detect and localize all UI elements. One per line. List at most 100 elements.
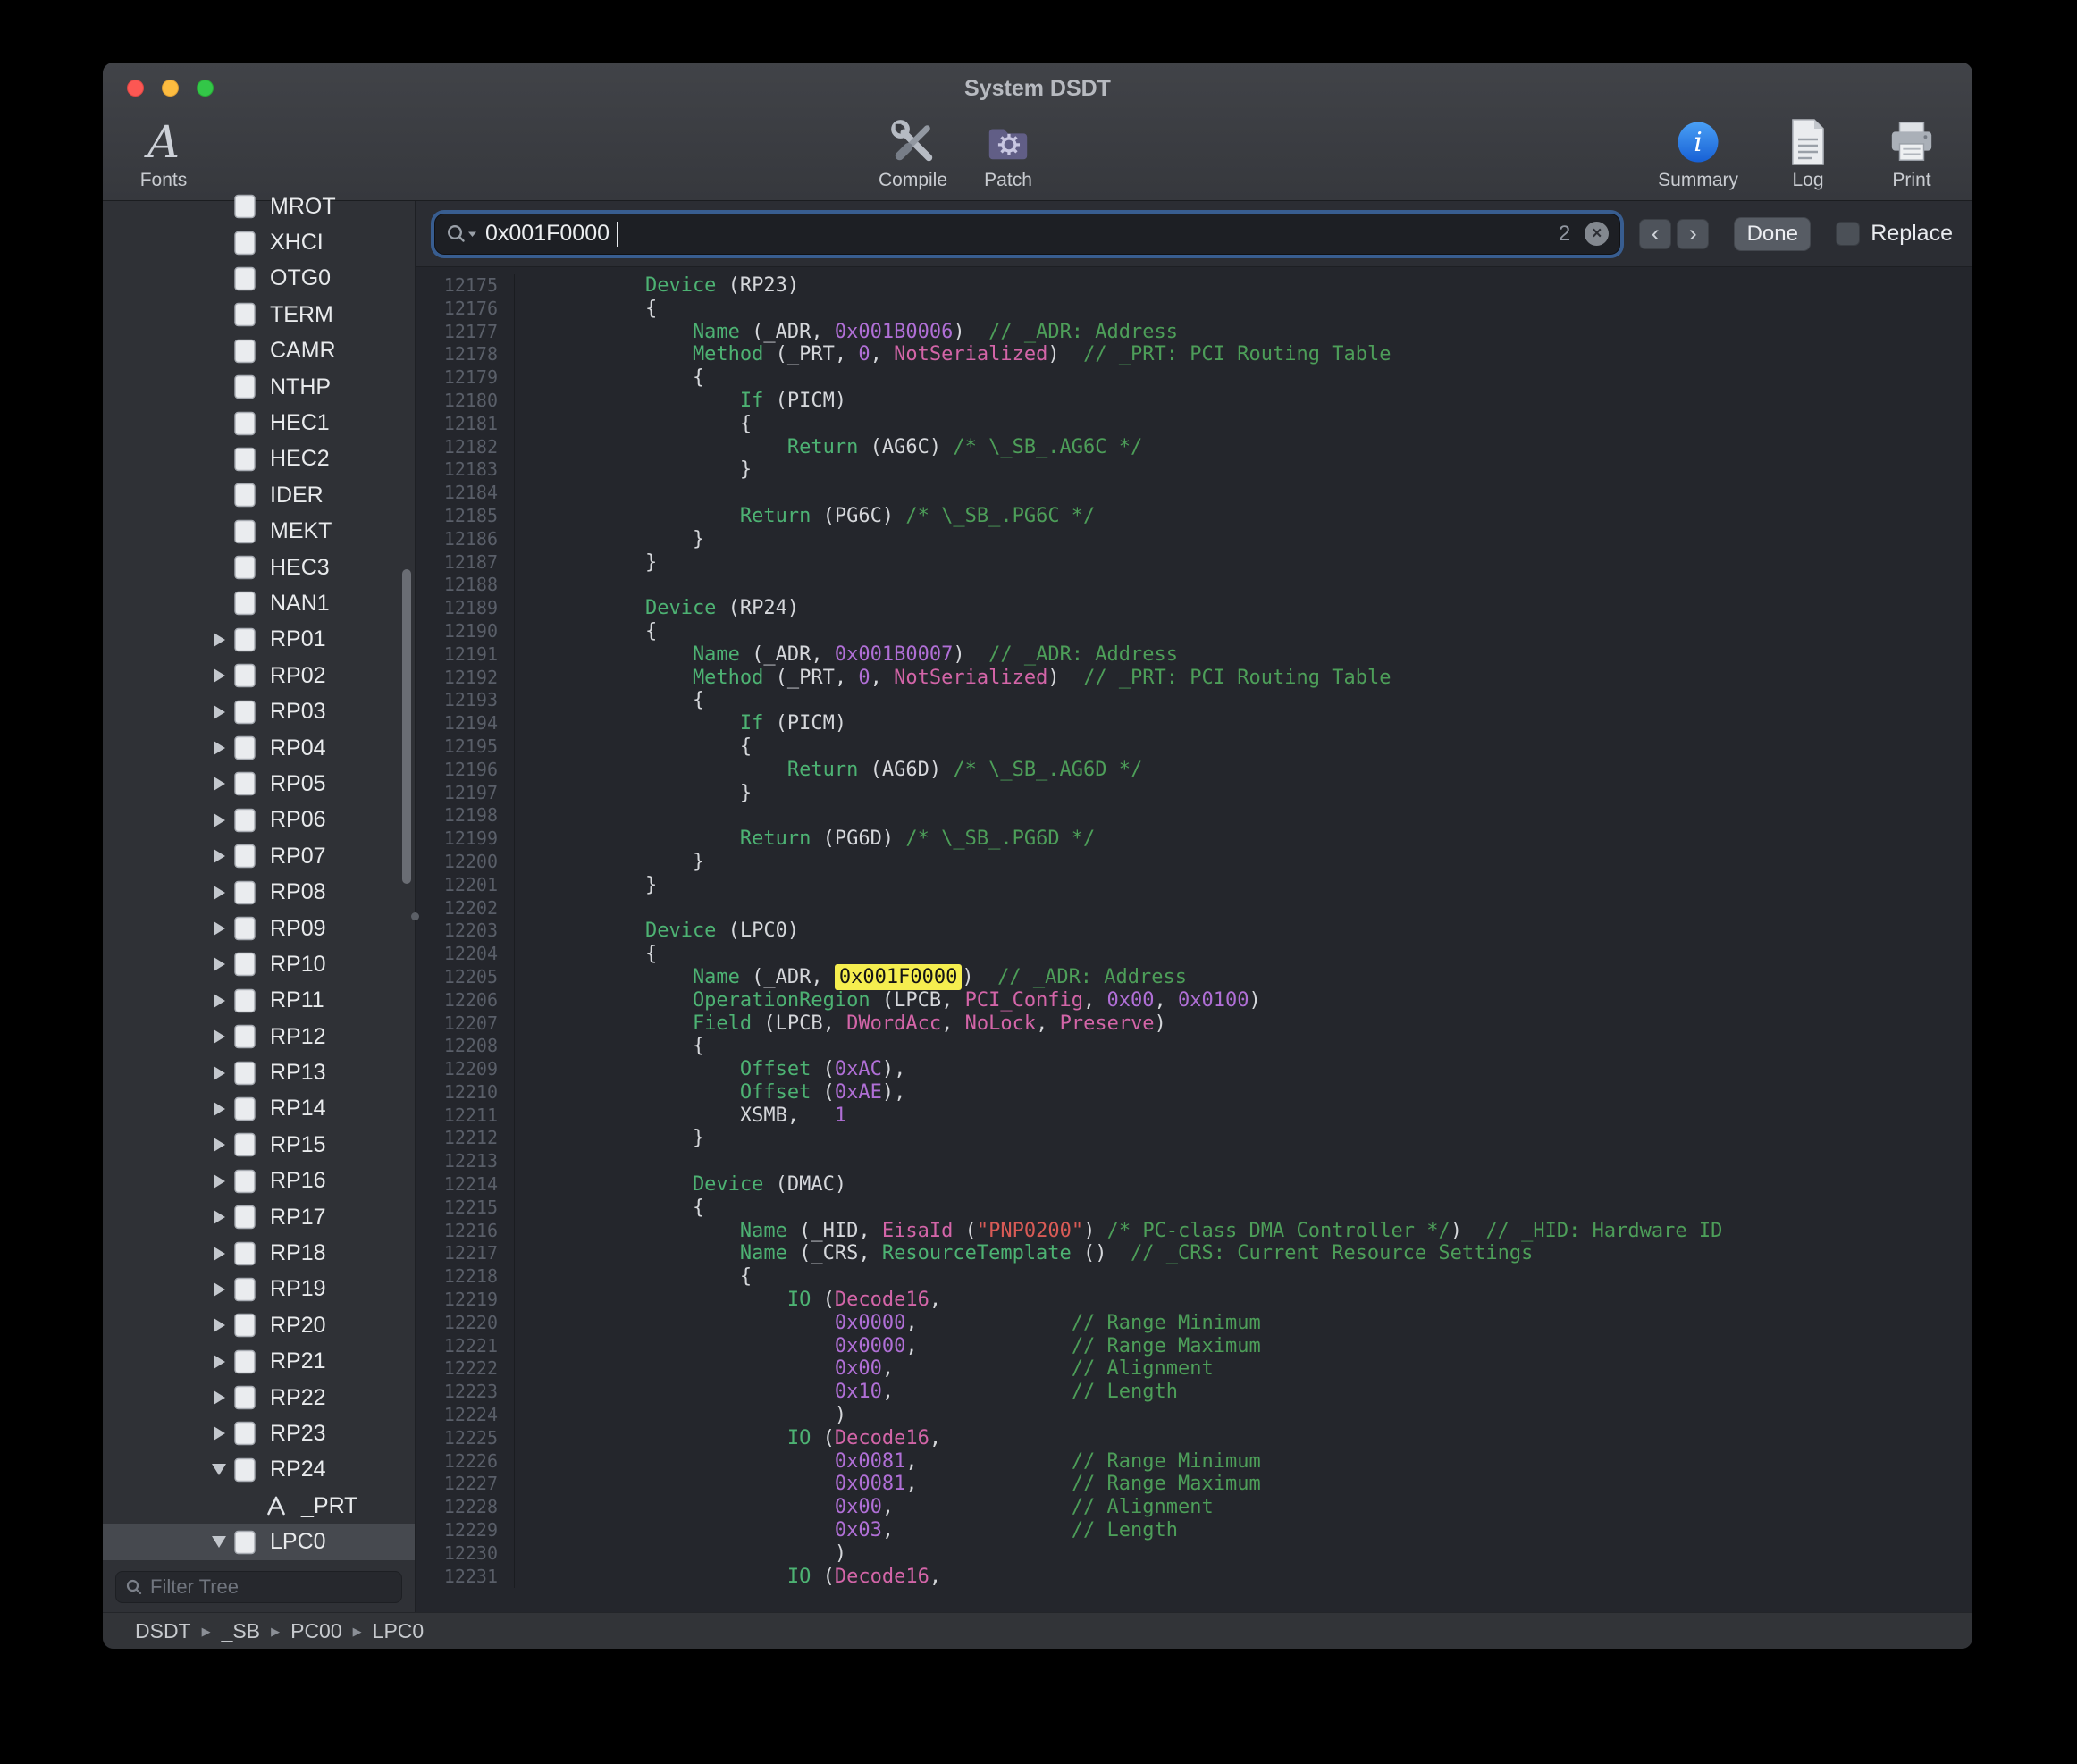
- line-number: 12187: [416, 551, 514, 575]
- sidebar-item-hec3[interactable]: HEC3: [103, 550, 415, 585]
- sidebar-item-rp19[interactable]: RP19: [103, 1272, 415, 1307]
- line-number: 12206: [416, 989, 514, 1012]
- sidebar-item-rp02[interactable]: RP02: [103, 658, 415, 693]
- sidebar-item-rp23[interactable]: RP23: [103, 1415, 415, 1451]
- splitter-handle[interactable]: [411, 912, 419, 920]
- disclosure-triangle[interactable]: [204, 957, 234, 971]
- disclosure-triangle[interactable]: [204, 705, 234, 719]
- print-button[interactable]: Print: [1878, 116, 1946, 191]
- disclosure-triangle[interactable]: [204, 1318, 234, 1332]
- sidebar-item-rp17[interactable]: RP17: [103, 1199, 415, 1235]
- disclosure-triangle[interactable]: [204, 886, 234, 900]
- disclosure-triangle[interactable]: [204, 1536, 234, 1548]
- scope-icon: [234, 266, 257, 291]
- sidebar-item-rp03[interactable]: RP03: [103, 693, 415, 729]
- sidebar-item-_prt[interactable]: _PRT: [103, 1488, 415, 1524]
- sidebar-item-lpc0[interactable]: LPC0: [103, 1524, 415, 1559]
- sidebar-item-rp21[interactable]: RP21: [103, 1344, 415, 1380]
- sidebar-item-mekt[interactable]: MEKT: [103, 514, 415, 550]
- sidebar-item-term[interactable]: TERM: [103, 297, 415, 332]
- sidebar-item-nan1[interactable]: NAN1: [103, 585, 415, 621]
- sidebar-item-rp20[interactable]: RP20: [103, 1307, 415, 1343]
- disclosure-triangle[interactable]: [204, 777, 234, 791]
- sidebar-scrollbar[interactable]: [402, 569, 411, 884]
- disclosure-triangle[interactable]: [204, 1282, 234, 1297]
- sidebar-item-otg0[interactable]: OTG0: [103, 261, 415, 297]
- log-button[interactable]: Log: [1774, 116, 1842, 191]
- sidebar-item-rp16[interactable]: RP16: [103, 1163, 415, 1199]
- sidebar-item-nthp[interactable]: NTHP: [103, 369, 415, 405]
- disclosure-triangle[interactable]: [204, 633, 234, 647]
- find-input[interactable]: 0x001F0000 2 ×: [435, 214, 1619, 254]
- scope-icon: [234, 231, 257, 256]
- sidebar-item-rp04[interactable]: RP04: [103, 730, 415, 766]
- disclosure-triangle[interactable]: [204, 994, 234, 1008]
- search-menu-icon[interactable]: [446, 223, 478, 245]
- sidebar-item-xhci[interactable]: XHCI: [103, 224, 415, 260]
- disclosure-triangle[interactable]: [204, 1390, 234, 1405]
- disclosure-triangle[interactable]: [204, 1426, 234, 1441]
- fonts-button[interactable]: A Fonts: [130, 116, 198, 191]
- sidebar-item-rp18[interactable]: RP18: [103, 1235, 415, 1271]
- compile-button[interactable]: Compile: [879, 116, 947, 191]
- disclosure-triangle[interactable]: [204, 1355, 234, 1369]
- sidebar-item-rp22[interactable]: RP22: [103, 1380, 415, 1415]
- sidebar-item-rp01[interactable]: RP01: [103, 622, 415, 658]
- code-text: Return (AG6C) /* \_SB_.AG6C */: [514, 436, 1972, 459]
- sidebar-item-rp06[interactable]: RP06: [103, 802, 415, 838]
- disclosure-triangle[interactable]: [204, 1464, 234, 1475]
- disclosure-triangle[interactable]: [204, 1138, 234, 1152]
- sidebar-item-rp11[interactable]: RP11: [103, 983, 415, 1019]
- code-text: 0x0000, // Range Minimum: [514, 1312, 1972, 1335]
- sidebar-item-rp05[interactable]: RP05: [103, 766, 415, 802]
- disclosure-triangle[interactable]: [204, 741, 234, 755]
- disclosure-triangle[interactable]: [204, 1174, 234, 1189]
- replace-checkbox[interactable]: [1836, 222, 1860, 246]
- sidebar-item-camr[interactable]: CAMR: [103, 333, 415, 369]
- line-number: 12220: [416, 1312, 514, 1335]
- title-bar[interactable]: System DSDT: [103, 63, 1972, 113]
- code-text: If (PICM): [514, 390, 1972, 413]
- filter-input[interactable]: Filter Tree: [115, 1571, 402, 1603]
- disclosure-triangle[interactable]: [204, 1210, 234, 1224]
- chevron-right-icon: ▶: [271, 1625, 280, 1639]
- disclosure-triangle[interactable]: [204, 849, 234, 863]
- disclosure-triangle[interactable]: [204, 1066, 234, 1080]
- code-text: Name (_HID, EisaId ("PNP0200") /* PC-cla…: [514, 1220, 1972, 1243]
- sidebar-item-rp24[interactable]: RP24: [103, 1452, 415, 1488]
- sidebar-item-mrot[interactable]: MROT: [103, 189, 415, 224]
- disclosure-triangle[interactable]: [204, 1247, 234, 1261]
- done-button[interactable]: Done: [1734, 217, 1811, 251]
- code-editor[interactable]: 12175 Device (RP23)12176 {12177 Name (_A…: [416, 267, 1972, 1612]
- sidebar-item-rp12[interactable]: RP12: [103, 1019, 415, 1054]
- code-line: 12188: [416, 574, 1972, 597]
- disclosure-triangle[interactable]: [204, 1029, 234, 1044]
- method-icon: [265, 1495, 289, 1516]
- summary-button[interactable]: i Summary: [1658, 116, 1738, 191]
- disclosure-triangle[interactable]: [204, 813, 234, 827]
- sidebar-item-rp13[interactable]: RP13: [103, 1054, 415, 1090]
- sidebar-item-rp09[interactable]: RP09: [103, 911, 415, 946]
- breadcrumb-item[interactable]: PC00: [290, 1619, 342, 1643]
- sidebar-item-hec2[interactable]: HEC2: [103, 441, 415, 477]
- breadcrumb-item[interactable]: LPC0: [373, 1619, 425, 1643]
- sidebar-item-rp07[interactable]: RP07: [103, 838, 415, 874]
- sidebar-item-rp15[interactable]: RP15: [103, 1127, 415, 1163]
- sidebar-item-rp14[interactable]: RP14: [103, 1091, 415, 1127]
- breadcrumb-item[interactable]: DSDT: [135, 1619, 191, 1643]
- line-number: 12231: [416, 1566, 514, 1589]
- sidebar-item-hec1[interactable]: HEC1: [103, 405, 415, 441]
- sidebar-item-rp10[interactable]: RP10: [103, 946, 415, 982]
- disclosure-triangle[interactable]: [204, 1102, 234, 1116]
- chevron-right-icon: ▶: [202, 1625, 211, 1639]
- find-next-button[interactable]: ›: [1677, 219, 1709, 249]
- find-previous-button[interactable]: ‹: [1639, 219, 1671, 249]
- code-text: {: [514, 298, 1972, 321]
- disclosure-triangle[interactable]: [204, 921, 234, 936]
- patch-button[interactable]: Patch: [974, 116, 1042, 191]
- sidebar-item-rp08[interactable]: RP08: [103, 874, 415, 910]
- clear-icon[interactable]: ×: [1585, 222, 1609, 246]
- disclosure-triangle[interactable]: [204, 668, 234, 683]
- sidebar-item-ider[interactable]: IDER: [103, 477, 415, 513]
- breadcrumb-item[interactable]: _SB: [222, 1619, 260, 1643]
